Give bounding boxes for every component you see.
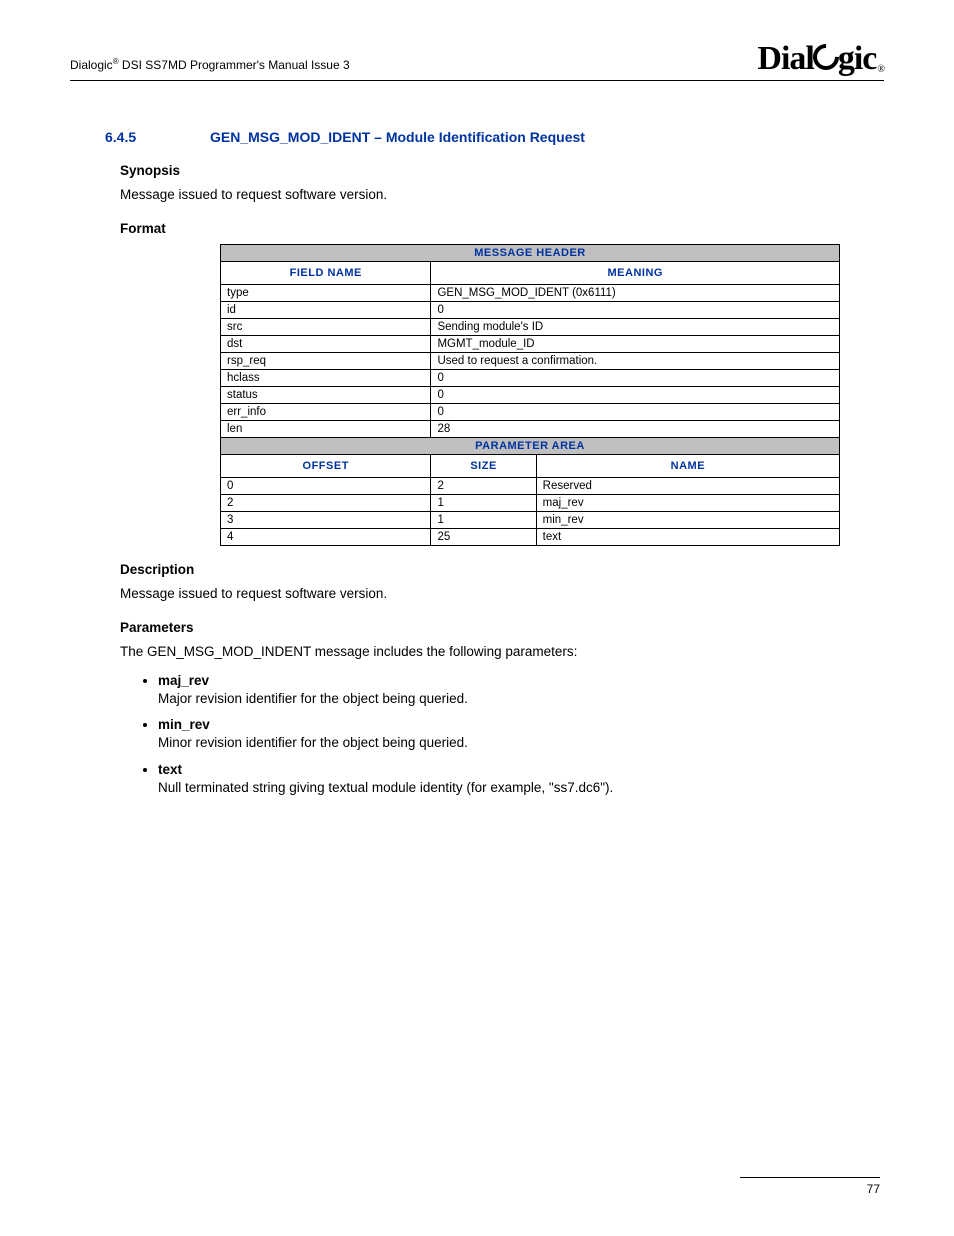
synopsis-text: Message issued to request software versi… (120, 186, 884, 205)
param-name: min_rev (158, 717, 210, 732)
cell-field: type (221, 284, 431, 301)
cell-name: min_rev (536, 511, 839, 528)
cell-field: rsp_req (221, 352, 431, 369)
cell-size: 2 (431, 477, 536, 494)
table-row: hclass0 (221, 369, 840, 386)
param-desc: Minor revision identifier for the object… (158, 735, 468, 750)
table-row: err_info0 (221, 403, 840, 420)
size-label: SIZE (431, 454, 536, 477)
cell-field: status (221, 386, 431, 403)
logo-prefix: Dial (757, 40, 813, 77)
description-text: Message issued to request software versi… (120, 585, 884, 604)
cell-field: src (221, 318, 431, 335)
cell-field: dst (221, 335, 431, 352)
param-name: maj_rev (158, 673, 209, 688)
list-item: maj_rev Major revision identifier for the… (158, 672, 884, 708)
cell-meaning: 0 (431, 386, 840, 403)
list-item: min_rev Minor revision identifier for the… (158, 716, 884, 752)
name-label: NAME (536, 454, 839, 477)
section-number: 6.4.5 (70, 129, 210, 145)
parameters-intro: The GEN_MSG_MOD_INDENT message includes … (120, 643, 884, 662)
param-name: text (158, 762, 182, 777)
synopsis-heading: Synopsis (120, 163, 884, 178)
header-brand: Dialogic (70, 58, 113, 72)
cell-size: 1 (431, 494, 536, 511)
table-row: 31min_rev (221, 511, 840, 528)
table-row: id0 (221, 301, 840, 318)
param-desc: Null terminated string giving textual mo… (158, 780, 613, 795)
cell-size: 25 (431, 528, 536, 545)
section-heading-row: 6.4.5 GEN_MSG_MOD_IDENT – Module Identif… (70, 129, 884, 145)
table-row: typeGEN_MSG_MOD_IDENT (0x6111) (221, 284, 840, 301)
message-header-label: MESSAGE HEADER (221, 244, 840, 261)
format-table: MESSAGE HEADER FIELD NAME MEANING typeGE… (220, 244, 840, 546)
param-desc: Major revision identifier for the object… (158, 691, 468, 706)
cell-size: 1 (431, 511, 536, 528)
cell-field: hclass (221, 369, 431, 386)
description-heading: Description (120, 562, 884, 577)
cell-meaning: 0 (431, 301, 840, 318)
table-row: 02Reserved (221, 477, 840, 494)
cell-offset: 0 (221, 477, 431, 494)
cell-meaning: MGMT_module_ID (431, 335, 840, 352)
cell-offset: 4 (221, 528, 431, 545)
table-row: rsp_reqUsed to request a confirmation. (221, 352, 840, 369)
cell-name: Reserved (536, 477, 839, 494)
cell-field: len (221, 420, 431, 437)
parameters-heading: Parameters (120, 620, 884, 635)
cell-meaning: 0 (431, 403, 840, 420)
cell-offset: 3 (221, 511, 431, 528)
header-title-text: DSI SS7MD Programmer's Manual Issue 3 (119, 58, 350, 72)
brand-logo: Dialgic® (757, 40, 884, 78)
parameters-list: maj_rev Major revision identifier for the… (120, 672, 884, 797)
table-row: status0 (221, 386, 840, 403)
cell-offset: 2 (221, 494, 431, 511)
parameter-area-label: PARAMETER AREA (221, 437, 840, 454)
meaning-label: MEANING (431, 261, 840, 284)
table-row: srcSending module's ID (221, 318, 840, 335)
page-number: 77 (867, 1182, 880, 1196)
page-header: Dialogic ® DSI SS7MD Programmer's Manual … (70, 40, 884, 81)
list-item: text Null terminated string giving textua… (158, 761, 884, 797)
table-row: 425text (221, 528, 840, 545)
header-doc-title: Dialogic® DSI SS7MD Programmer's Manual … (70, 57, 350, 78)
cell-meaning: Used to request a confirmation. (431, 352, 840, 369)
section-title: GEN_MSG_MOD_IDENT – Module Identificatio… (210, 129, 585, 145)
cell-name: maj_rev (536, 494, 839, 511)
page-footer: 77 (740, 1177, 880, 1196)
field-name-label: FIELD NAME (221, 261, 431, 284)
cell-name: text (536, 528, 839, 545)
cell-field: err_info (221, 403, 431, 420)
cell-field: id (221, 301, 431, 318)
cell-meaning: Sending module's ID (431, 318, 840, 335)
cell-meaning: 28 (431, 420, 840, 437)
logo-reg: ® (877, 64, 884, 75)
cell-meaning: GEN_MSG_MOD_IDENT (0x6111) (431, 284, 840, 301)
offset-label: OFFSET (221, 454, 431, 477)
cell-meaning: 0 (431, 369, 840, 386)
format-heading: Format (120, 221, 884, 236)
logo-suffix: gic (838, 40, 877, 77)
table-row: dstMGMT_module_ID (221, 335, 840, 352)
table-row: len28 (221, 420, 840, 437)
table-row: 21maj_rev (221, 494, 840, 511)
